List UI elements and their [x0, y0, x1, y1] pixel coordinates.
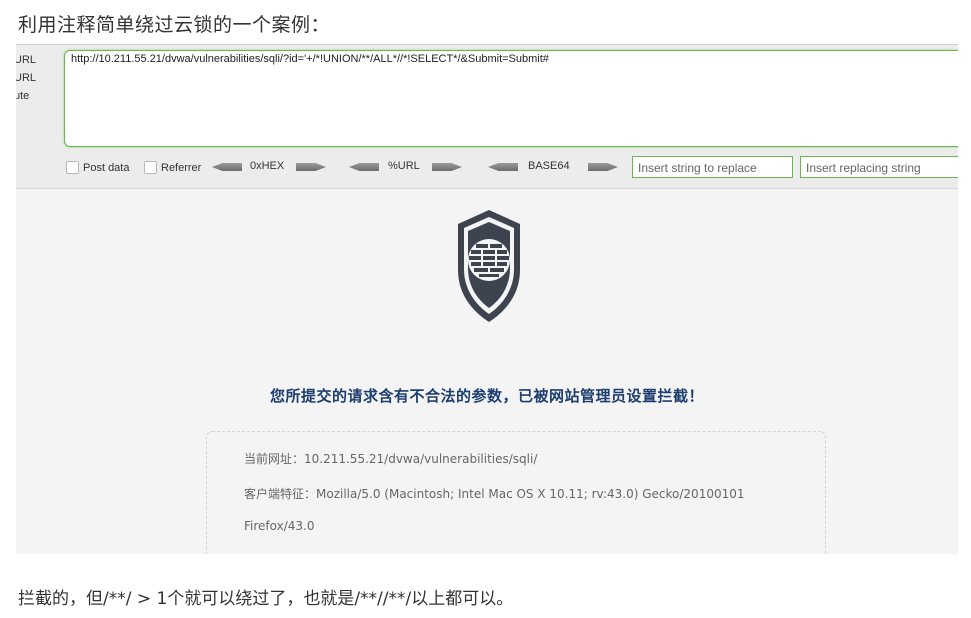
user-agent-line: 客户端特征：Mozilla/5.0 (Macintosh; Intel Mac … [244, 487, 745, 501]
post-data-label: Post data [83, 161, 130, 174]
article-footer-text: 拦截的，但/**/ > 1个就可以绕过了，也就是/**//**/以上都可以。 [18, 589, 514, 609]
hackbar-toolbar: URL URL ute http://10.211.55.21/dvwa/vul… [16, 45, 958, 189]
post-data-checkbox[interactable] [66, 161, 79, 174]
url-input[interactable]: http://10.211.55.21/dvwa/vulnerabilities… [64, 50, 958, 147]
replacing-string-input[interactable]: Insert replacing string [800, 156, 958, 178]
load-url-label[interactable]: URL [16, 51, 56, 69]
post-data-option[interactable]: Post data [66, 161, 129, 174]
request-info-box: 当前网址：10.211.55.21/dvwa/vulnerabilities/s… [206, 431, 826, 554]
shield-firewall-icon [458, 210, 520, 322]
referrer-checkbox[interactable] [144, 161, 157, 174]
article-heading: 利用注释简单绕过云锁的一个案例： [18, 14, 331, 36]
hackbar-options: Post data Referrer 0xHEX %URL BASE64 Ins… [64, 155, 958, 181]
url-value[interactable]: http://10.211.55.21/dvwa/vulnerabilities… [71, 53, 549, 65]
arrow-right-icon[interactable] [432, 163, 462, 171]
user-agent-continued: Firefox/43.0 [244, 519, 315, 533]
hex-encode-label[interactable]: 0xHEX [250, 160, 284, 172]
arrow-left-icon[interactable] [212, 163, 242, 171]
arrow-right-icon[interactable] [296, 163, 326, 171]
base64-encode-label[interactable]: BASE64 [528, 160, 570, 172]
browser-screenshot: URL URL ute http://10.211.55.21/dvwa/vul… [16, 44, 958, 554]
current-url-line: 当前网址：10.211.55.21/dvwa/vulnerabilities/s… [244, 452, 538, 466]
arrow-left-icon[interactable] [488, 163, 518, 171]
url-encode-label[interactable]: %URL [388, 160, 420, 172]
arrow-right-icon[interactable] [588, 163, 618, 171]
execute-label[interactable]: ute [16, 87, 56, 105]
replace-string-input[interactable]: Insert string to replace [632, 156, 793, 178]
split-url-label[interactable]: URL [16, 69, 56, 87]
referrer-label: Referrer [161, 161, 202, 174]
hackbar-side-labels: URL URL ute [16, 51, 56, 105]
block-warning-message: 您所提交的请求含有不合法的参数，已被网站管理员设置拦截！ [269, 387, 704, 405]
referrer-option[interactable]: Referrer [144, 161, 201, 174]
arrow-left-icon[interactable] [349, 163, 379, 171]
